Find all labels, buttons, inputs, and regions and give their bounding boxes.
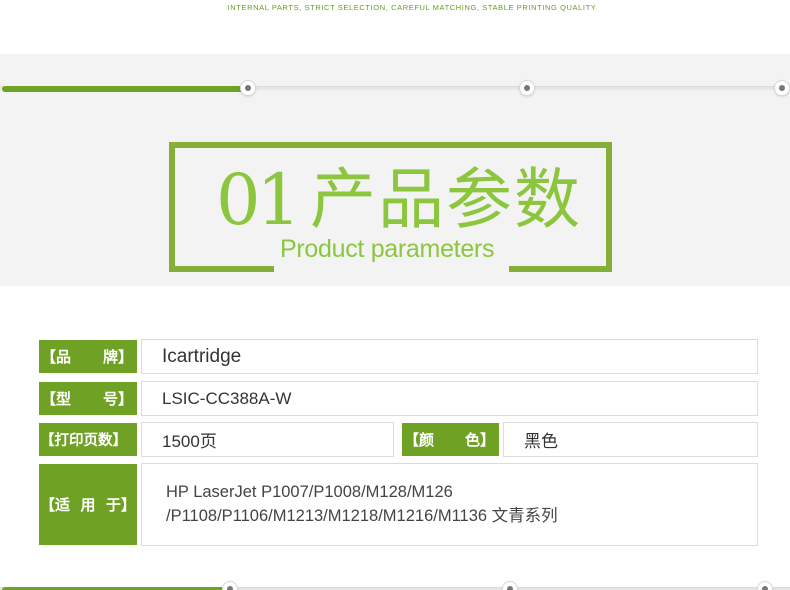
color-label: 【颜 色】	[402, 423, 499, 456]
progress-node-b2	[502, 581, 518, 590]
model-value: LSIC-CC388A-W	[141, 381, 758, 416]
brand-label-open: 【品	[41, 348, 72, 366]
model-label-close: 号】	[102, 390, 133, 408]
color-value: 黑色	[503, 422, 758, 457]
section-title-frame-gap	[274, 262, 509, 276]
progress-node-b1	[222, 581, 238, 590]
color-label-open: 【颜	[404, 431, 435, 449]
compat-line-1: HP LaserJet P1007/P1008/M128/M126	[166, 483, 453, 501]
compat-label: 【适 用 于】	[39, 464, 137, 545]
progress-node-3	[774, 80, 790, 96]
progress-node-1	[240, 80, 256, 96]
progress-fill-top	[2, 86, 247, 92]
model-label-open: 【型	[41, 390, 72, 408]
model-label: 【型 号】	[39, 382, 137, 415]
section-title-cn: 产品参数	[310, 161, 582, 238]
progress-node-2	[519, 80, 535, 96]
progress-track-top	[0, 86, 790, 92]
progress-node-b3	[757, 581, 773, 590]
section-title-en: Product parameters	[280, 235, 495, 263]
brand-label: 【品 牌】	[39, 340, 137, 373]
brand-value: Icartridge	[141, 339, 758, 374]
color-label-close: 色】	[464, 431, 495, 449]
brand-label-close: 牌】	[102, 348, 133, 366]
section-number: 01	[216, 159, 301, 241]
header-tagline: INTERNAL PARTS, STRICT SELECTION, CAREFU…	[227, 3, 597, 12]
compat-line-2: /P1108/P1106/M1213/M1218/M1216/M1136 文青系…	[166, 507, 558, 525]
pages-label: 【打印页数】	[39, 423, 137, 456]
compat-value: HP LaserJet P1007/P1008/M128/M126 /P1108…	[141, 463, 758, 546]
pages-value: 1500页	[141, 422, 394, 457]
